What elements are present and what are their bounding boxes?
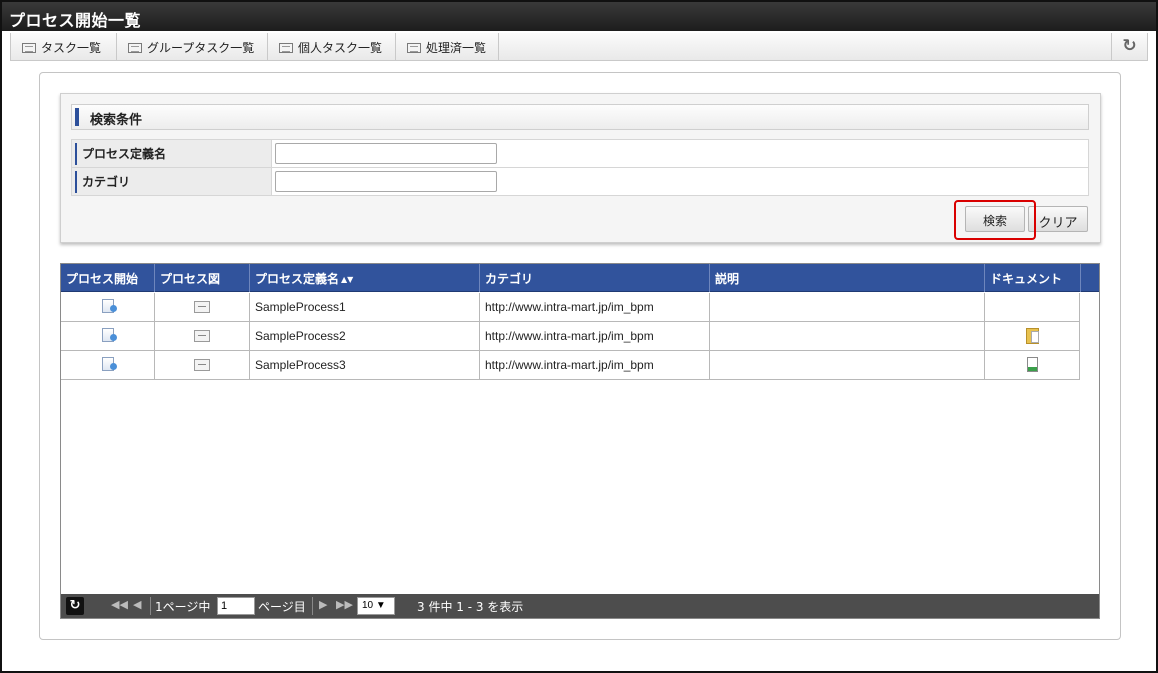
list-icon [22,43,36,53]
first-page-icon[interactable]: ◀◀ [111,598,128,611]
column-header-description[interactable]: 説明 [710,264,985,292]
tab-label: 個人タスク一覧 [298,41,383,55]
form-row-category: カテゴリ [71,167,1089,196]
column-header-document[interactable]: ドキュメント [985,264,1081,292]
category-cell [271,167,1089,196]
search-form: プロセス定義名 カテゴリ [71,139,1089,196]
next-page-icon[interactable]: ▶ [319,598,327,611]
prev-page-icon[interactable]: ◀ [133,598,141,611]
tab-processed-list[interactable]: 処理済一覧 [396,33,499,60]
tab-personal-task-list[interactable]: 個人タスク一覧 [268,33,396,60]
document-cell [985,351,1080,379]
table-row: SampleProcess3 http://www.intra-mart.jp/… [61,351,1080,380]
last-page-icon[interactable]: ▶▶ [336,598,353,611]
process-start-icon[interactable] [101,328,117,342]
process-start-cell [61,293,155,321]
document-cell [985,293,1080,321]
form-row-process-name: プロセス定義名 [71,139,1089,168]
column-header-label: プロセス定義名 [255,272,340,286]
app-frame: プロセス開始一覧 タスク一覧 グループタスク一覧 個人タスク一覧 処理済一覧 ↻… [0,0,1158,673]
process-grid: プロセス開始 プロセス図 プロセス定義名 ▲▼ カテゴリ 説明 ドキュメント Sa… [60,263,1100,619]
pager-divider [312,597,313,615]
search-condition-header: 検索条件 [71,104,1089,130]
tab-task-list[interactable]: タスク一覧 [11,33,117,60]
description-cell [710,351,985,379]
folder-icon[interactable] [1025,328,1039,344]
category-label: カテゴリ [71,167,272,196]
clear-button[interactable]: クリア [1028,206,1088,232]
category-input[interactable] [275,171,497,192]
process-name-label: プロセス定義名 [71,139,272,168]
tab-label: 処理済一覧 [426,41,487,55]
process-diagram-icon[interactable] [194,359,210,371]
search-button[interactable]: 検索 [965,206,1025,232]
process-start-cell [61,322,155,350]
category-cell: http://www.intra-mart.jp/im_bpm [480,293,710,321]
process-diagram-cell [155,293,250,321]
column-header-process-name[interactable]: プロセス定義名 ▲▼ [250,264,480,292]
tab-group-task-list[interactable]: グループタスク一覧 [117,33,268,60]
page-suffix-text: ページ目 [258,600,306,614]
document-cell [985,322,1080,350]
process-name-cell: SampleProcess2 [250,322,480,350]
table-row: SampleProcess1 http://www.intra-mart.jp/… [61,293,1080,322]
file-icon[interactable] [1026,357,1038,372]
reload-icon[interactable]: ↻ [66,597,84,615]
record-summary: 3 件中 1 - 3 を表示 [417,600,524,614]
search-condition-panel: 検索条件 プロセス定義名 カテゴリ 検索 クリア [60,93,1101,243]
tab-label: タスク一覧 [41,41,102,55]
table-row: SampleProcess2 http://www.intra-mart.jp/… [61,322,1080,351]
page-number-input[interactable] [217,597,255,615]
process-name-cell [271,139,1089,168]
tab-label: グループタスク一覧 [147,41,255,55]
column-header-process-start[interactable]: プロセス開始 [61,264,155,292]
refresh-button[interactable]: ↻ [1111,33,1147,60]
description-cell [710,293,985,321]
pager-bar: ↻ ◀◀ ◀ 1ページ中 ページ目 ▶ ▶▶ 10 ▼ 3 件中 1 - 3 を… [61,594,1099,618]
column-header-process-diagram[interactable]: プロセス図 [155,264,250,292]
category-cell: http://www.intra-mart.jp/im_bpm [480,322,710,350]
process-start-icon[interactable] [101,357,117,371]
process-start-cell [61,351,155,379]
column-header-category[interactable]: カテゴリ [480,264,710,292]
pager-divider [150,597,151,615]
page-prefix-text: 1ページ中 [155,600,211,614]
content-panel: 検索条件 プロセス定義名 カテゴリ 検索 クリア プロセス開始 プロセス図 プロ… [39,72,1121,640]
description-cell [710,322,985,350]
process-diagram-cell [155,351,250,379]
list-icon [407,43,421,53]
rows-per-page-select[interactable]: 10 ▼ [357,597,395,615]
process-start-icon[interactable] [101,299,117,313]
process-name-input[interactable] [275,143,497,164]
process-diagram-icon[interactable] [194,301,210,313]
list-icon [279,43,293,53]
refresh-icon: ↻ [1122,36,1137,56]
process-diagram-cell [155,322,250,350]
process-diagram-icon[interactable] [194,330,210,342]
page-title: プロセス開始一覧 [2,2,1156,31]
grid-header: プロセス開始 プロセス図 プロセス定義名 ▲▼ カテゴリ 説明 ドキュメント [61,264,1099,292]
sort-icon: ▲▼ [341,275,354,284]
process-name-cell: SampleProcess3 [250,351,480,379]
category-cell: http://www.intra-mart.jp/im_bpm [480,351,710,379]
process-name-cell: SampleProcess1 [250,293,480,321]
tab-bar: タスク一覧 グループタスク一覧 個人タスク一覧 処理済一覧 ↻ [10,33,1148,61]
list-icon [128,43,142,53]
